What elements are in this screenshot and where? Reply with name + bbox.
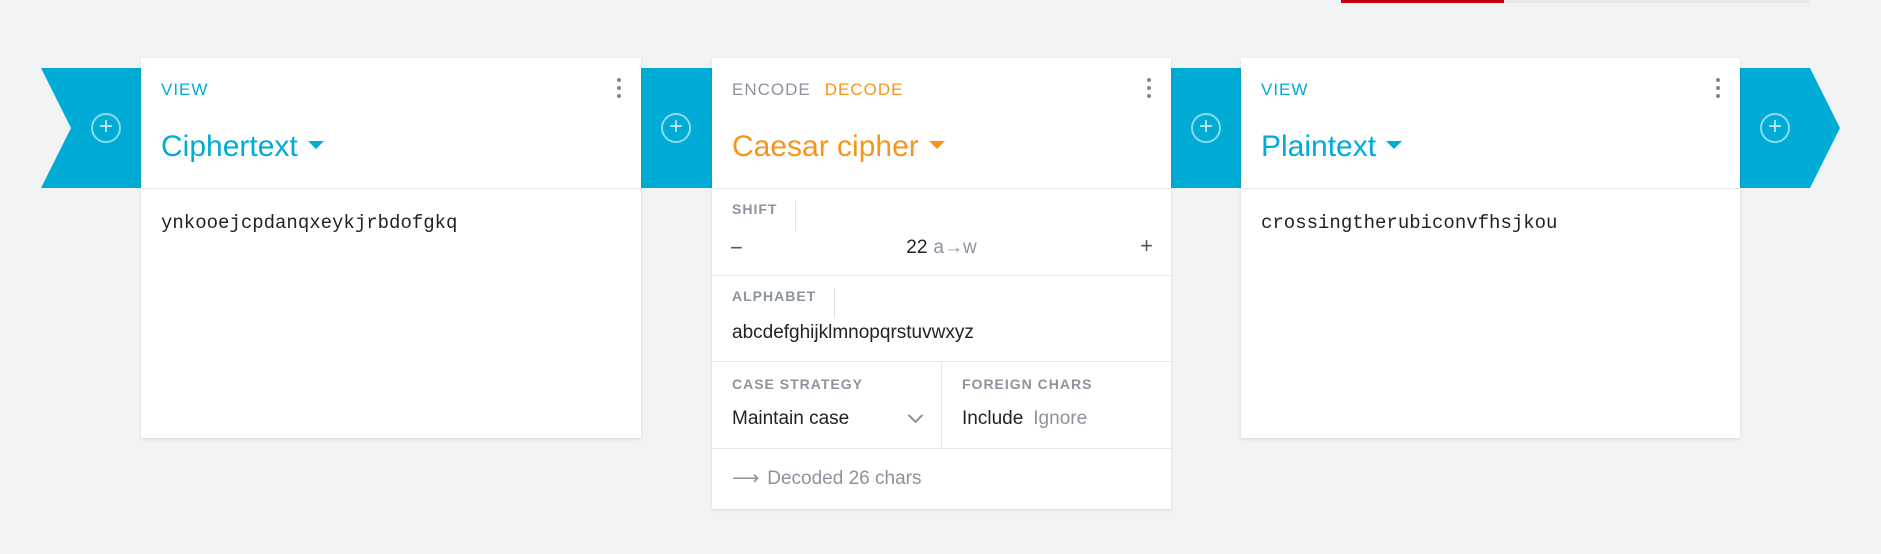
shift-section: SHIFT − 22 a→w + <box>712 189 1171 276</box>
add-operation-button-0[interactable]: + <box>91 113 121 143</box>
view-label: VIEW <box>161 80 209 99</box>
chevron-down-icon[interactable] <box>907 407 924 424</box>
plaintext-card: VIEW Plaintext crossingtherubiconvfhsjko… <box>1241 58 1740 438</box>
caret-down-icon <box>928 141 945 150</box>
options-row: CASE STRATEGY Maintain case FOREIGN CHAR… <box>712 362 1171 449</box>
foreign-chars-toggle: FOREIGN CHARS Include Ignore <box>941 362 1171 448</box>
shift-stepper: − 22 a→w + <box>712 233 1171 265</box>
card-header: VIEW Ciphertext <box>141 58 641 189</box>
case-strategy-value: Maintain case <box>732 408 850 429</box>
shift-label: SHIFT <box>732 201 797 231</box>
status-text: Decoded 26 chars <box>767 468 922 489</box>
view-mode-label: VIEW <box>161 80 222 100</box>
encode-tab[interactable]: ENCODE <box>732 80 811 99</box>
top-progress-bar <box>1341 0 1809 3</box>
shift-mapping: a→w <box>933 237 977 258</box>
case-strategy-label: CASE STRATEGY <box>732 376 863 392</box>
alphabet-label: ALPHABET <box>732 288 836 318</box>
shift-increment-button[interactable]: + <box>1140 233 1153 259</box>
card-header: ENCODE DECODE Caesar cipher <box>712 58 1171 189</box>
status-bar: ⟶ Decoded 26 chars <box>712 449 1171 511</box>
card-title: Caesar cipher <box>732 130 919 163</box>
foreign-chars-options: Include Ignore <box>962 408 1087 430</box>
more-vertical-icon[interactable] <box>1147 78 1153 98</box>
ciphertext-content[interactable]: ynkooejcpdanqxeykjrbdofgkq <box>161 212 457 234</box>
shift-value: 22 <box>906 237 928 258</box>
foreign-chars-label: FOREIGN CHARS <box>962 376 1093 392</box>
top-progress-fill <box>1341 0 1504 3</box>
shift-value-display[interactable]: 22 a→w <box>712 237 1171 259</box>
alphabet-section: ALPHABET abcdefghijklmnopqrstuvwxyz <box>712 276 1171 362</box>
ciphertext-card: VIEW Ciphertext ynkooejcpdanqxeykjrbdofg… <box>141 58 641 438</box>
caesar-cipher-card: ENCODE DECODE Caesar cipher SHIFT − 22 a→w… <box>712 58 1171 509</box>
alphabet-input[interactable]: abcdefghijklmnopqrstuvwxyz <box>732 322 974 344</box>
more-vertical-icon[interactable] <box>1716 78 1722 98</box>
decode-tab[interactable]: DECODE <box>825 80 904 99</box>
card-title-dropdown[interactable]: Ciphertext <box>161 130 324 164</box>
status-message: ⟶ Decoded 26 chars <box>732 467 921 490</box>
add-operation-button-2[interactable]: + <box>1191 113 1221 143</box>
card-title-dropdown[interactable]: Caesar cipher <box>732 130 945 164</box>
card-title: Ciphertext <box>161 130 298 163</box>
view-label: VIEW <box>1261 80 1309 99</box>
foreign-chars-ignore-option[interactable]: Ignore <box>1033 408 1087 429</box>
plaintext-content[interactable]: crossingtherubiconvfhsjkou <box>1261 212 1557 234</box>
caret-down-icon <box>307 141 324 150</box>
card-title: Plaintext <box>1261 130 1377 163</box>
case-strategy-select[interactable]: CASE STRATEGY Maintain case <box>712 362 941 448</box>
arrow-right-icon: ⟶ <box>732 468 760 489</box>
mode-switch: ENCODE DECODE <box>732 80 917 100</box>
more-vertical-icon[interactable] <box>617 78 623 98</box>
add-operation-button-1[interactable]: + <box>661 113 691 143</box>
card-header: VIEW Plaintext <box>1241 58 1740 189</box>
view-mode-label: VIEW <box>1261 80 1322 100</box>
foreign-chars-include-option[interactable]: Include <box>962 408 1023 429</box>
add-operation-button-3[interactable]: + <box>1760 113 1790 143</box>
caret-down-icon <box>1386 141 1403 150</box>
card-title-dropdown[interactable]: Plaintext <box>1261 130 1403 164</box>
pipeline-end-arrow <box>1740 68 1840 188</box>
